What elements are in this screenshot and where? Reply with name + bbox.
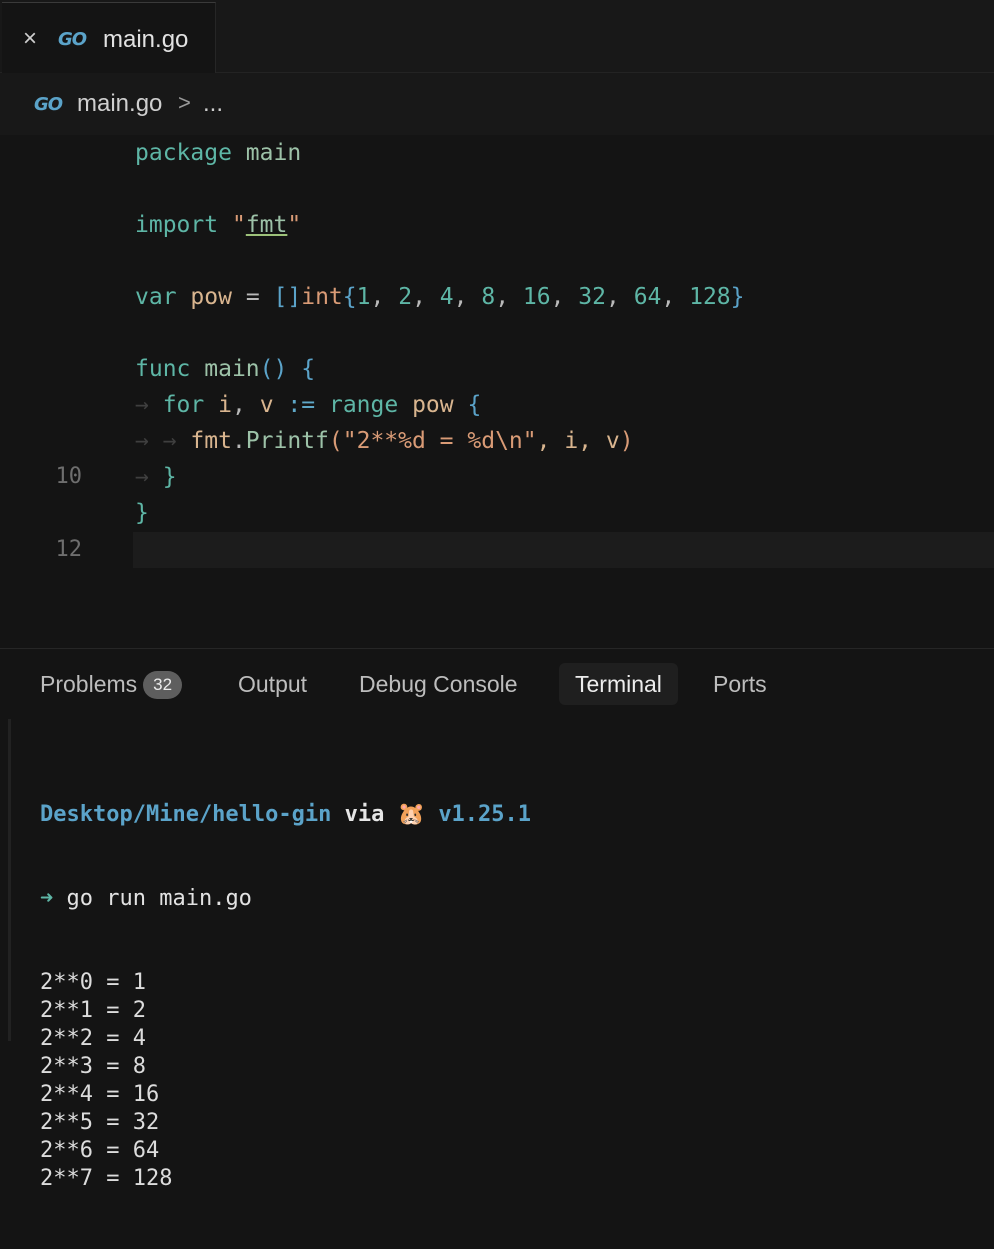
keyword: for: [162, 392, 205, 418]
code-line: }: [135, 500, 149, 526]
breadcrumb: GO main.go > ...: [0, 73, 994, 135]
number-literal: 64: [633, 284, 662, 310]
comma: ,: [412, 284, 440, 310]
terminal-scrollbar[interactable]: [8, 719, 11, 1041]
terminal-output-line: 2**6 = 64: [40, 1138, 160, 1163]
number-literal: 32: [578, 284, 606, 310]
code-editor[interactable]: package main import "fmt" var pow = []in…: [0, 135, 994, 648]
code-line: var pow = []int{1, 2, 4, 8, 16, 32, 64, …: [135, 284, 745, 310]
number-literal: 2: [398, 284, 413, 310]
comma: ,: [453, 284, 482, 310]
breadcrumb-symbols[interactable]: ...: [203, 90, 223, 118]
terminal-output-line: 2**2 = 4: [40, 1026, 146, 1051]
keyword: import: [135, 212, 219, 238]
comma: ,: [550, 284, 579, 310]
code-line: import "fmt": [135, 212, 302, 238]
code-line: → for i, v := range pow {: [135, 392, 482, 418]
problems-count-badge: 32: [143, 671, 183, 699]
tab-label: Problems: [40, 671, 138, 697]
type-name: int: [301, 284, 343, 310]
tab-label: main.go: [103, 26, 189, 53]
line-number: 12: [55, 537, 83, 562]
code-line: 12: [0, 532, 994, 568]
identifier: pow: [190, 284, 232, 310]
prompt-path: Desktop/Mine/hello-gin: [40, 802, 332, 827]
code-line: func main() {: [135, 356, 316, 382]
comma: ,: [370, 284, 399, 310]
indent-guide: →: [135, 464, 163, 490]
comma: ,: [606, 284, 634, 310]
go-version: v1.25.1: [438, 802, 532, 827]
keyword: func: [135, 356, 191, 382]
string-literal: "2**%d = %d\n": [342, 428, 537, 454]
function-call: Printf: [245, 428, 329, 454]
keyword: var: [135, 284, 177, 310]
tab-main-go[interactable]: × GO main.go: [2, 2, 216, 73]
tab-bar: × GO main.go: [0, 0, 994, 73]
go-file-icon: GO: [34, 94, 63, 115]
number-literal: 16: [522, 284, 551, 310]
code-line: 10 → }: [0, 459, 994, 495]
terminal-output[interactable]: Desktop/Mine/hello-gin via 🐹 v1.25.1 ➜ g…: [40, 745, 531, 1249]
close-icon[interactable]: ×: [18, 27, 42, 51]
terminal-command: go run main.go: [66, 886, 252, 911]
number-literal: 1: [356, 284, 371, 310]
bottom-panel: Problems 32 Output Debug Console Terminal…: [0, 648, 994, 1191]
terminal-output-line: 2**7 = 128: [40, 1166, 173, 1191]
function-name: main: [204, 356, 260, 382]
number-literal: 128: [689, 284, 731, 310]
comma: ,: [495, 284, 523, 310]
terminal-output-line: 2**5 = 32: [40, 1110, 160, 1135]
keyword: package: [135, 140, 232, 166]
import-path[interactable]: fmt: [246, 212, 288, 238]
breadcrumb-file[interactable]: main.go: [77, 90, 162, 118]
number-literal: 8: [481, 284, 496, 310]
terminal-output-line: 2**4 = 16: [40, 1082, 160, 1107]
gopher-icon: 🐹: [397, 802, 426, 827]
comma: ,: [661, 284, 690, 310]
line-number: 10: [55, 464, 83, 489]
slice-values: 1, 2, 4, 8, 16, 32, 64, 128: [357, 284, 731, 310]
indent-guide: →: [135, 392, 163, 418]
tab-terminal[interactable]: Terminal: [559, 663, 678, 705]
code-line: package main: [0, 135, 994, 171]
go-file-icon: GO: [58, 29, 87, 50]
indent-guide: → →: [135, 428, 191, 454]
identifier: main: [245, 140, 302, 166]
number-literal: 4: [439, 284, 454, 310]
terminal-prompt: Desktop/Mine/hello-gin via 🐹 v1.25.1: [40, 802, 532, 827]
tab-output[interactable]: Output: [238, 663, 307, 705]
chevron-right-icon: >: [178, 90, 191, 115]
terminal-output-line: 2**0 = 1: [40, 970, 146, 995]
arrow-right-icon: ➜: [40, 886, 54, 911]
terminal-output-line: 2**1 = 2: [40, 998, 146, 1023]
terminal-output-line: 2**3 = 8: [40, 1054, 146, 1079]
terminal-result-lines: 2**0 = 1 2**1 = 2 2**2 = 4 2**3 = 8 2**4 = 1…: [40, 969, 531, 1193]
tab-problems[interactable]: Problems 32: [40, 663, 183, 705]
code-line: → → fmt.Printf("2**%d = %d\n", i, v): [135, 428, 634, 454]
terminal-command-line: ➜ go run main.go: [40, 885, 531, 913]
tab-debug-console[interactable]: Debug Console: [359, 663, 518, 705]
tab-ports[interactable]: Ports: [713, 663, 767, 705]
